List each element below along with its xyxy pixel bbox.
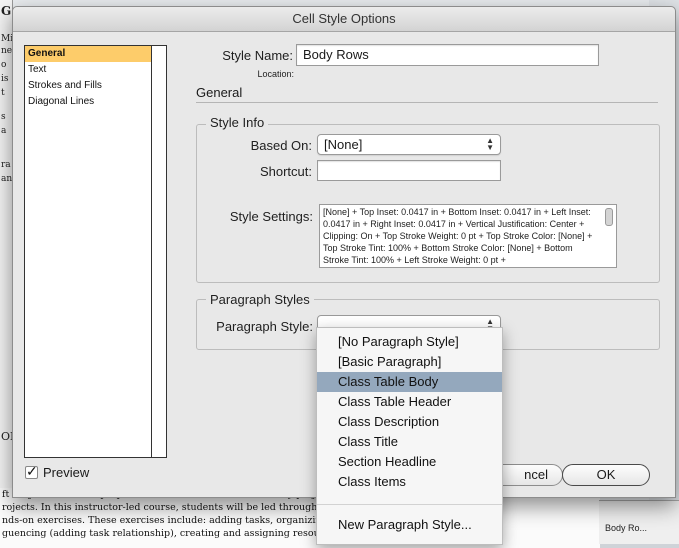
preview-label: Preview xyxy=(43,465,90,480)
doc-line: nds-on exercises. These exercises includ… xyxy=(2,515,434,526)
paragraph-styles-heading: Paragraph Styles xyxy=(206,292,314,307)
doc-fragment: t xyxy=(1,88,5,98)
menu-item-basic-paragraph[interactable]: [Basic Paragraph] xyxy=(317,352,502,372)
doc-fragment: s xyxy=(1,112,6,122)
doc-fragment: an xyxy=(1,174,13,184)
section-general-heading: General xyxy=(196,85,243,100)
menu-item-class-description[interactable]: Class Description xyxy=(317,412,502,432)
sidebar-item-text[interactable]: Text xyxy=(25,62,166,78)
doc-line: rojects. In this instructor-led course, … xyxy=(2,502,433,513)
checkmark-icon: ✓ xyxy=(26,463,38,479)
style-settings-content: [None] + Top Inset: 0.0417 in + Bottom I… xyxy=(323,207,593,265)
divider xyxy=(196,102,658,103)
doc-fragment: a xyxy=(1,126,7,136)
doc-line: guencing (adding task relationship), cre… xyxy=(2,528,497,539)
dialog-title: Cell Style Options xyxy=(13,7,675,32)
menu-item-no-paragraph-style[interactable]: [No Paragraph Style] xyxy=(317,332,502,352)
panel-item-body-rows[interactable]: Body Ro... xyxy=(605,523,647,533)
menu-item-section-headline[interactable]: Section Headline xyxy=(317,452,502,472)
doc-fragment: ne xyxy=(1,46,13,56)
style-name-label: Style Name: xyxy=(222,48,293,63)
sidebar-item-strokes-and-fills[interactable]: Strokes and Fills xyxy=(25,78,166,94)
doc-fragment: G xyxy=(1,4,12,18)
style-name-field[interactable]: Body Rows xyxy=(296,44,599,66)
menu-item-class-title[interactable]: Class Title xyxy=(317,432,502,452)
menu-item-class-items[interactable]: Class Items xyxy=(317,472,502,492)
menu-item-class-table-body[interactable]: Class Table Body xyxy=(317,372,502,392)
based-on-label: Based On: xyxy=(250,138,312,153)
location-label: Location: xyxy=(257,69,294,79)
menu-item-new-paragraph-style[interactable]: New Paragraph Style... xyxy=(317,515,502,535)
select-arrows-icon: ▲▼ xyxy=(486,136,494,152)
style-settings-text: [None] + Top Inset: 0.0417 in + Bottom I… xyxy=(319,204,617,268)
styles-panel: Body Ro... xyxy=(599,500,679,544)
based-on-value: [None] xyxy=(324,137,363,152)
sidebar-item-diagonal-lines[interactable]: Diagonal Lines xyxy=(25,94,166,110)
style-settings-scrollbar[interactable] xyxy=(605,208,613,226)
category-list-scrollbar[interactable] xyxy=(151,46,166,457)
preview-checkbox[interactable]: ✓ xyxy=(25,463,38,479)
menu-separator xyxy=(317,504,502,505)
doc-fragment: ra xyxy=(1,160,11,170)
shortcut-field[interactable] xyxy=(317,160,501,181)
shortcut-label: Shortcut: xyxy=(259,164,312,179)
based-on-select[interactable]: [None] ▲ ▼ xyxy=(317,134,501,155)
menu-item-class-table-header[interactable]: Class Table Header xyxy=(317,392,502,412)
sidebar-item-general[interactable]: General xyxy=(25,46,166,62)
paragraph-style-label: Paragraph Style: xyxy=(216,319,313,334)
category-list: General Text Strokes and Fills Diagonal … xyxy=(24,45,167,458)
style-info-heading: Style Info xyxy=(206,115,269,130)
doc-fragment: o xyxy=(1,60,7,70)
style-settings-label: Style Settings: xyxy=(229,209,313,224)
doc-fragment: is xyxy=(1,74,9,84)
ok-button[interactable]: OK xyxy=(562,464,650,486)
paragraph-style-menu: [No Paragraph Style] [Basic Paragraph] C… xyxy=(316,327,503,545)
